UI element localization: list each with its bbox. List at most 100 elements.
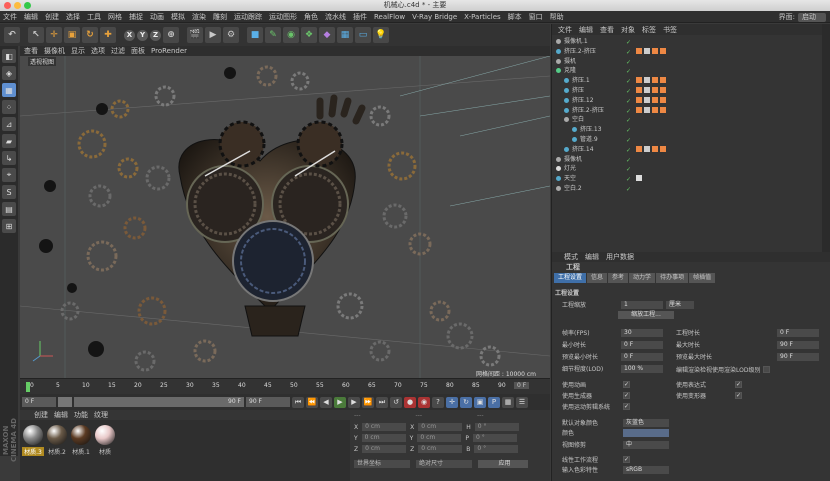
coord-field[interactable]: 0 ° [474,445,519,453]
goto-end-icon[interactable]: ⏭ [376,396,388,408]
menu-item[interactable]: RealFlow [374,13,405,21]
coord-field[interactable]: 0 cm [418,423,463,431]
tag-icon[interactable] [660,106,666,113]
menu-item[interactable]: 选择 [66,12,80,22]
material-menu-item[interactable]: 创建 [34,410,48,420]
loop-icon[interactable]: ↺ [390,396,402,408]
light-icon[interactable]: 💡 [373,27,389,43]
play-icon[interactable]: ▶ [334,396,346,408]
subdivision-icon[interactable]: ◉ [283,27,299,43]
viewport-menu-item[interactable]: 选项 [91,46,105,56]
prev-key-icon[interactable]: ⏪ [306,396,318,408]
attribute-tab[interactable]: 动力学 [629,273,656,283]
object-row[interactable]: 挤压.12 ✓ [552,96,830,105]
edge-mode-icon[interactable]: ⊿ [2,117,16,131]
spline-pen-icon[interactable]: ✎ [265,27,281,43]
visibility-check-icon[interactable]: ✓ [626,165,631,174]
tag-icon[interactable] [644,87,650,93]
coordinate-system-icon[interactable]: ⊕ [163,27,179,43]
visibility-check-icon[interactable]: ✓ [626,146,631,155]
object-row[interactable]: 挤压.13 ✓ [552,125,830,134]
field-value[interactable]: 100 % [621,364,663,373]
material-item[interactable]: 材质 [94,425,116,456]
tag-icon[interactable] [652,77,658,84]
transform-icon[interactable]: ✚ [100,27,116,43]
render-picture-icon[interactable]: ▶ [205,27,221,43]
menu-item[interactable]: X-Particles [464,13,500,21]
object-row[interactable]: 灯光 ✓ [552,164,830,173]
keyframe-selection-icon[interactable]: ? [432,396,444,408]
input-color-select[interactable]: sRGB [623,465,669,474]
tag-icon[interactable] [636,77,642,84]
minimize-window-button[interactable] [14,2,21,9]
record-icon[interactable]: ● [404,396,416,408]
attribute-menu-item[interactable]: 编辑 [585,252,599,262]
linear-workflow-checkbox[interactable]: ✓ [623,456,630,463]
attribute-menu-item[interactable]: 用户数据 [606,252,634,262]
viewport-menu-item[interactable]: ProRender [151,47,187,55]
menu-item[interactable]: 窗口 [529,12,543,22]
next-frame-icon[interactable]: ▶ [348,396,360,408]
tweak-icon[interactable]: ⌖ [2,168,16,182]
visibility-check-icon[interactable]: ✓ [626,77,631,86]
object-row[interactable]: 空白.2 ✓ [552,184,830,193]
menu-item[interactable]: 动画 [150,12,164,22]
object-row[interactable]: 挤压.1 ✓ [552,76,830,85]
tag-icon[interactable] [636,87,642,93]
visibility-check-icon[interactable]: ✓ [626,97,631,106]
object-row[interactable]: 摄机 ✓ [552,57,830,66]
tag-icon[interactable] [660,87,666,93]
visibility-check-icon[interactable]: ✓ [626,107,631,116]
material-menu-item[interactable]: 功能 [74,410,88,420]
object-menu-item[interactable]: 查看 [600,25,614,35]
coord-field[interactable]: 0 cm [362,445,407,453]
attribute-tab[interactable]: 信息 [587,273,608,283]
checkbox[interactable]: ✓ [623,381,630,388]
lock-workplane-icon[interactable]: ⊞ [2,219,16,233]
menu-item[interactable]: 运动跟踪 [234,12,262,22]
visibility-check-icon[interactable]: ✓ [626,175,631,184]
camera-icon[interactable]: ▭ [355,27,371,43]
menu-item[interactable]: 运动图形 [269,12,297,22]
visibility-check-icon[interactable]: ✓ [626,116,631,125]
object-menu-item[interactable]: 书签 [663,25,677,35]
sky-texture-tag-icon[interactable] [636,175,642,182]
object-row[interactable]: 摄像机 ✓ [552,155,830,164]
checkbox[interactable]: ✓ [623,403,630,410]
checkbox[interactable]: ✓ [623,392,630,399]
tag-icon[interactable] [652,106,658,113]
polygon-mode-icon[interactable]: ▰ [2,134,16,148]
tag-icon[interactable] [636,47,642,54]
coord-field[interactable]: 0 cm [418,445,463,453]
select-arrow-icon[interactable]: ↖ [28,27,44,43]
menu-item[interactable]: 帮助 [550,12,564,22]
key-rotation-icon[interactable]: ↻ [460,396,472,408]
menu-item[interactable]: 流水线 [325,12,346,22]
field-value[interactable]: 0 F [621,340,663,349]
snap-icon[interactable]: S [2,185,16,199]
viewport-menu-item[interactable]: 显示 [71,46,85,56]
menu-item[interactable]: 模拟 [171,12,185,22]
apply-button[interactable]: 应用 [478,460,528,468]
visibility-check-icon[interactable]: ✓ [626,136,631,145]
visibility-check-icon[interactable]: ✓ [626,67,631,76]
viewport-perspective[interactable]: 透视视图 网格间距 : 10000 cm [20,56,550,378]
next-key-icon[interactable]: ⏩ [362,396,374,408]
autokey-icon[interactable]: ◉ [418,396,430,408]
y-axis-icon[interactable]: Y [137,29,148,41]
menu-item[interactable]: 创建 [45,12,59,22]
view-clip-select[interactable]: 中 [623,440,669,449]
material-menu-item[interactable]: 编辑 [54,410,68,420]
tag-icon[interactable] [652,47,658,54]
object-row[interactable]: 管道.9 ✓ [552,135,830,144]
scale-unit-select[interactable]: 厘米 [666,300,694,309]
menu-item[interactable]: 雕刻 [213,12,227,22]
deformer-icon[interactable]: ◆ [319,27,335,43]
interface-select[interactable]: 启动 [798,12,826,22]
tag-icon[interactable] [652,87,658,93]
x-axis-icon[interactable]: X [124,29,135,41]
tag-icon[interactable] [660,96,666,103]
default-color-select[interactable]: 灰蓝色 [623,418,669,427]
z-axis-icon[interactable]: Z [150,29,161,41]
axis-mode-icon[interactable]: ↳ [2,151,16,165]
